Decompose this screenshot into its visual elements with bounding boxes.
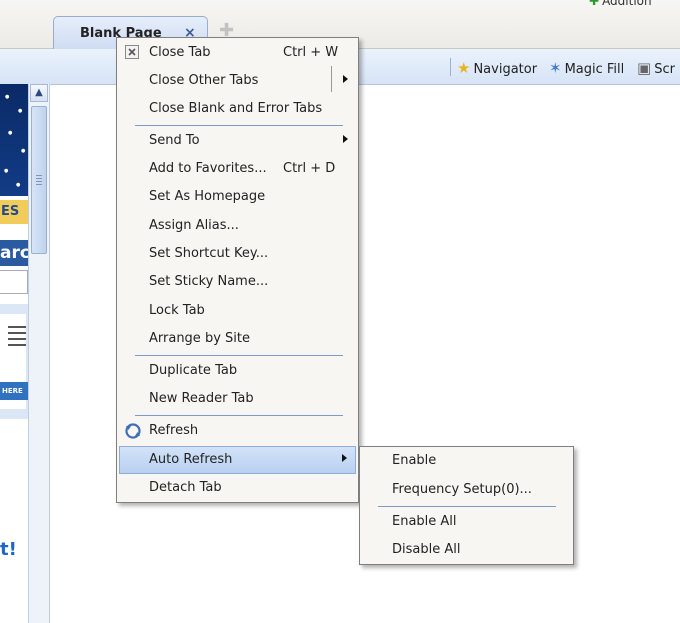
here-arrow-badge[interactable]: HERE	[0, 382, 28, 400]
menu-item-close-blank-error-tabs[interactable]: Close Blank and Error Tabs	[119, 96, 356, 122]
menu-label: Arrange by Site	[149, 331, 250, 346]
menu-label: Send To	[149, 133, 200, 148]
menu-item-set-sticky-name[interactable]: Set Sticky Name...	[119, 269, 356, 295]
menu-label: Refresh	[149, 423, 199, 438]
menu-item-set-as-homepage[interactable]: Set As Homepage	[119, 184, 356, 210]
menu-label: Enable All	[392, 514, 457, 529]
menu-item-set-shortcut-key[interactable]: Set Shortcut Key...	[119, 241, 356, 267]
menu-label: Lock Tab	[149, 303, 205, 318]
addition-label: Addition	[602, 0, 652, 8]
banner-text-arc: arc	[0, 240, 28, 266]
menu-separator	[135, 355, 343, 356]
auto-refresh-submenu: Enable Frequency Setup(0)... Enable All …	[359, 446, 574, 565]
addition-button[interactable]: ✚ Addition	[589, 0, 652, 8]
screenshot-button[interactable]: ▣ Scr	[637, 59, 675, 77]
menu-label: Disable All	[392, 542, 461, 557]
menu-label: Detach Tab	[149, 480, 222, 495]
submenu-item-enable[interactable]: Enable	[362, 448, 571, 474]
menu-separator	[135, 415, 343, 416]
page-content-strip: ● ● ● ● ● ● ES arc HERE t!	[0, 84, 28, 623]
menu-item-refresh[interactable]: Refresh	[119, 418, 356, 444]
document-icon	[8, 326, 26, 350]
menu-label: Enable	[392, 453, 437, 468]
banner-text-es: ES	[0, 200, 28, 224]
refresh-icon	[124, 422, 141, 439]
screenshot-label: Scr	[654, 62, 675, 77]
menu-separator	[135, 125, 343, 126]
menu-label: Assign Alias...	[149, 218, 239, 233]
menu-label: Duplicate Tab	[149, 363, 238, 378]
scrollbar-thumb[interactable]	[31, 106, 47, 254]
navigator-label: Navigator	[473, 62, 538, 77]
magic-fill-button[interactable]: ✶ Magic Fill	[549, 59, 624, 77]
navigator-button[interactable]: ★ Navigator	[457, 59, 537, 77]
menu-item-arrange-by-site[interactable]: Arrange by Site	[119, 326, 356, 352]
banner-text-t: t!	[0, 539, 17, 560]
menu-item-assign-alias[interactable]: Assign Alias...	[119, 213, 356, 239]
split-divider	[331, 66, 332, 92]
menu-label: Close Other Tabs	[149, 73, 259, 88]
submenu-item-frequency-setup[interactable]: Frequency Setup(0)...	[362, 477, 571, 503]
menu-separator	[378, 506, 556, 507]
submenu-item-enable-all[interactable]: Enable All	[362, 509, 571, 535]
menu-label: New Reader Tab	[149, 391, 254, 406]
menu-item-auto-refresh[interactable]: Auto Refresh	[119, 446, 356, 474]
page-search-field[interactable]	[0, 270, 28, 294]
menu-item-close-tab[interactable]: Close Tab Ctrl + W	[119, 40, 356, 66]
promo-box	[0, 304, 28, 419]
submenu-arrow-icon	[343, 135, 348, 143]
vertical-scrollbar[interactable]: ▲	[28, 84, 50, 623]
submenu-arrow-icon	[342, 454, 347, 462]
menu-item-close-other-tabs[interactable]: Close Other Tabs	[119, 68, 356, 94]
menu-label: Set Shortcut Key...	[149, 246, 269, 261]
plus-icon: ✚	[589, 0, 600, 8]
camera-icon: ▣	[637, 59, 652, 77]
toolbar-separator	[450, 58, 451, 76]
menu-label: Set Sticky Name...	[149, 274, 269, 289]
menu-label: Close Blank and Error Tabs	[149, 101, 323, 116]
menu-item-duplicate-tab[interactable]: Duplicate Tab	[119, 358, 356, 384]
submenu-item-disable-all[interactable]: Disable All	[362, 537, 571, 563]
close-tab-icon	[124, 44, 140, 60]
menu-shortcut: Ctrl + W	[283, 45, 339, 60]
menu-label: Auto Refresh	[149, 452, 233, 467]
tab-context-menu: Close Tab Ctrl + W Close Other Tabs Clos…	[116, 37, 359, 503]
magic-fill-label: Magic Fill	[564, 62, 625, 77]
scroll-up-arrow-icon[interactable]: ▲	[30, 84, 48, 102]
menu-label: Close Tab	[149, 45, 211, 60]
menu-label: Frequency Setup(0)...	[392, 482, 532, 497]
new-tab-icon[interactable]: ✚	[219, 22, 234, 40]
menu-label: Set As Homepage	[149, 189, 266, 204]
menu-item-new-reader-tab[interactable]: New Reader Tab	[119, 386, 356, 412]
submenu-arrow-icon	[343, 75, 348, 83]
menu-item-detach-tab[interactable]: Detach Tab	[119, 475, 356, 501]
grip-icon	[36, 175, 42, 187]
menu-item-add-to-favorites[interactable]: Add to Favorites... Ctrl + D	[119, 156, 356, 182]
menu-label: Add to Favorites...	[149, 161, 267, 176]
magic-wand-icon: ✶	[549, 59, 562, 77]
menu-item-send-to[interactable]: Send To	[119, 128, 356, 154]
space-banner-image: ● ● ● ● ● ●	[0, 84, 28, 196]
star-icon: ★	[457, 59, 471, 77]
menu-item-lock-tab[interactable]: Lock Tab	[119, 298, 356, 324]
menu-shortcut: Ctrl + D	[283, 161, 336, 176]
